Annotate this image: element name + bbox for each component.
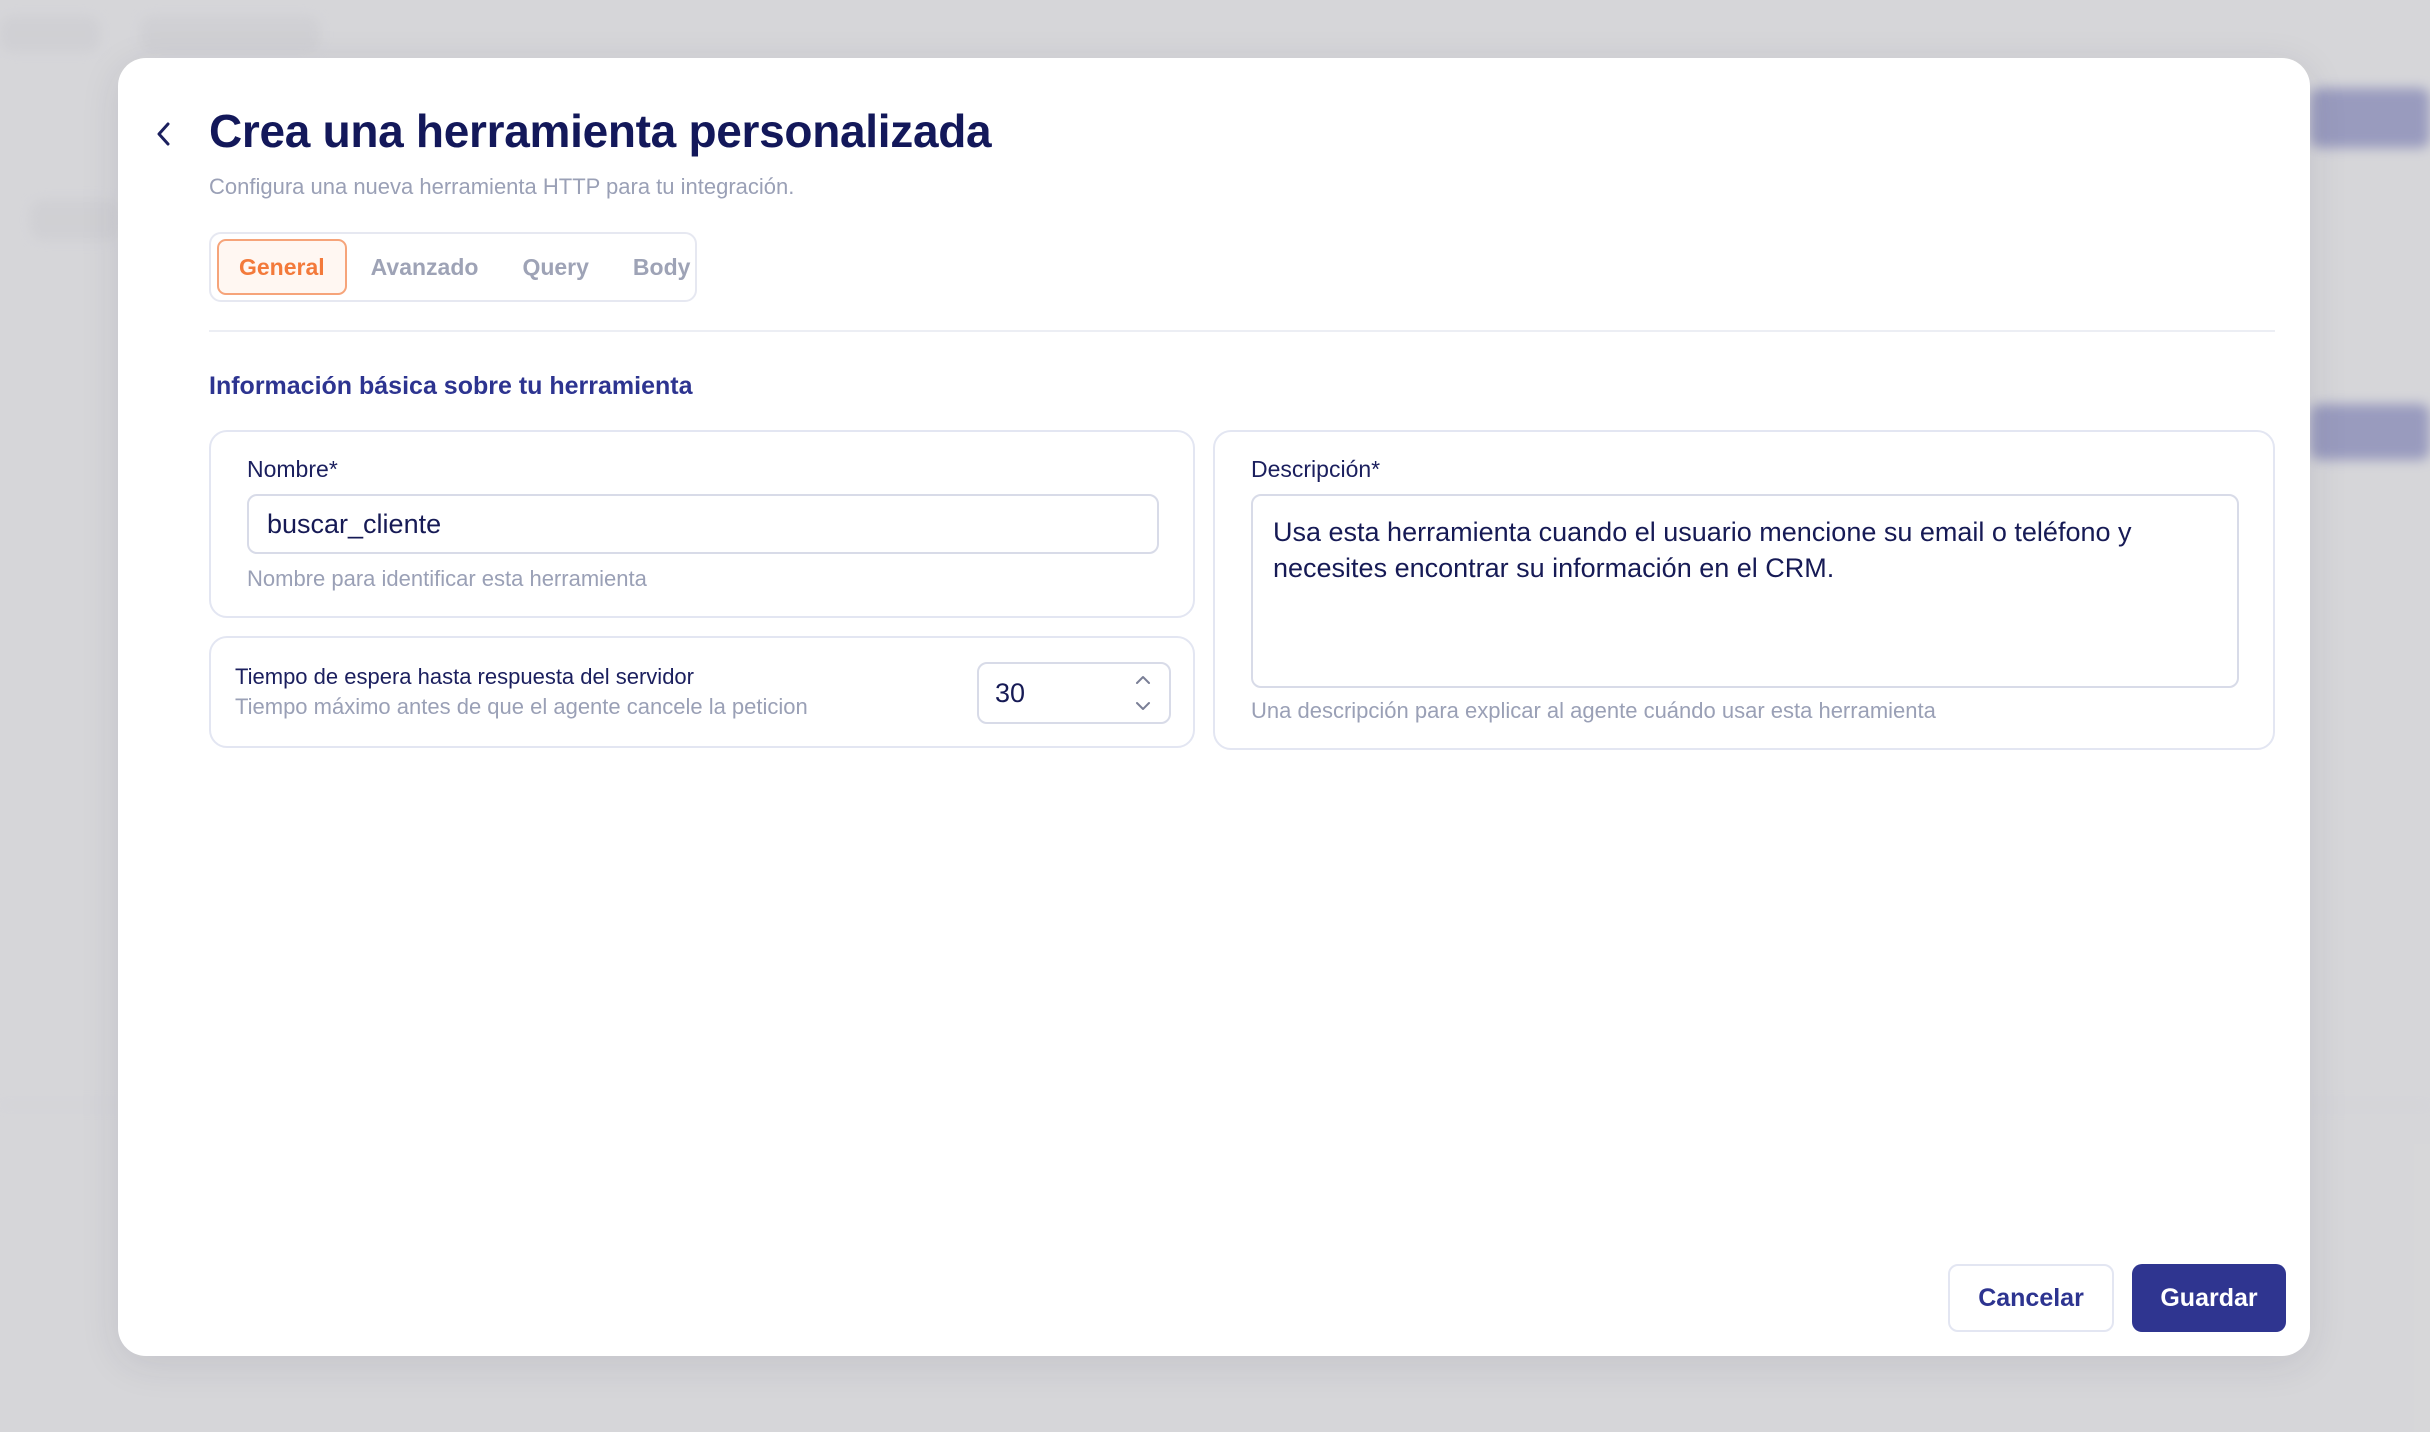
name-required-mark: * [328,456,338,482]
timeout-hint: Tiempo máximo antes de que el agente can… [235,694,808,719]
description-label: Descripción* [1251,456,1380,483]
section-title: Información básica sobre tu herramienta [209,372,693,400]
timeout-label: Tiempo de espera hasta respuesta del ser… [235,664,694,689]
name-hint: Nombre para identificar esta herramienta [247,566,647,591]
timeout-value[interactable]: 30 [995,678,1025,709]
description-textarea[interactable]: Usa esta herramienta cuando el usuario m… [1251,494,2239,688]
tab-bar: General Avanzado Query Body [209,232,697,302]
timeout-stepper[interactable]: 30 [977,662,1171,724]
tab-general[interactable]: General [217,239,347,295]
description-label-text: Descripción [1251,456,1372,482]
header-divider [209,330,2275,332]
description-required-mark: * [1371,456,1381,482]
stepper-arrows [1133,670,1153,716]
dialog-subtitle: Configura una nueva herramienta HTTP par… [209,174,795,199]
timeout-card: Tiempo de espera hasta respuesta del ser… [209,636,1195,748]
name-label-text: Nombre [247,456,329,482]
save-button[interactable]: Guardar [2132,1264,2286,1332]
name-label: Nombre* [247,456,338,483]
description-card: Descripción* Usa esta herramienta cuando… [1213,430,2275,750]
tab-body[interactable]: Body [613,239,711,295]
chevron-left-icon [157,122,170,146]
stepper-decrement-button[interactable] [1133,696,1153,716]
tab-query[interactable]: Query [502,239,608,295]
back-button[interactable] [142,112,186,156]
stepper-increment-button[interactable] [1133,670,1153,690]
cancel-button[interactable]: Cancelar [1948,1264,2114,1332]
description-hint: Una descripción para explicar al agente … [1251,698,1936,723]
name-card: Nombre* buscar_cliente Nombre para ident… [209,430,1195,618]
tab-avanzado[interactable]: Avanzado [351,239,499,295]
chevron-down-icon [1136,702,1150,710]
chevron-up-icon [1136,676,1150,684]
dialog-title: Crea una herramienta personalizada [209,105,992,157]
name-input[interactable]: buscar_cliente [247,494,1159,554]
